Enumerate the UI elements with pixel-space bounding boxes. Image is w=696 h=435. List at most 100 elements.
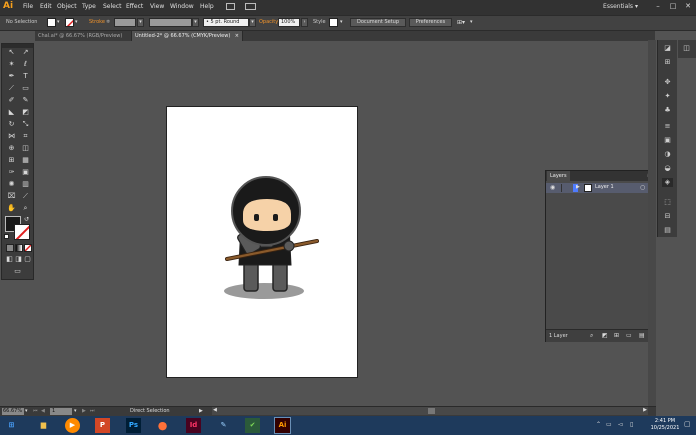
previous-artboard-icon[interactable]: ◀ xyxy=(41,408,45,414)
next-artboard-icon[interactable]: ▶ xyxy=(82,408,86,414)
gradient-panel-icon[interactable]: ▣ xyxy=(662,136,673,145)
menu-help[interactable]: Help xyxy=(200,3,214,10)
draw-behind-icon[interactable]: ◨ xyxy=(14,255,23,264)
magic-wand-tool-icon[interactable]: ✶ xyxy=(7,60,16,69)
profile-dropdown[interactable]: ▾ xyxy=(192,18,199,27)
tab-chal[interactable]: Chal.ai* @ 66.67% (RGB/Preview) xyxy=(35,31,131,41)
document-setup-button[interactable]: Document Setup xyxy=(350,18,406,27)
stroke-weight-field[interactable] xyxy=(114,18,136,27)
last-artboard-icon[interactable]: ⏭ xyxy=(90,408,95,414)
draw-normal-icon[interactable]: ◧ xyxy=(5,255,14,264)
stroke-panel-icon[interactable]: ≡ xyxy=(662,122,673,131)
shape-builder-tool-icon[interactable]: ⊕ xyxy=(7,144,16,153)
stroke-label[interactable]: Stroke xyxy=(89,19,105,25)
draw-inside-icon[interactable]: ▢ xyxy=(23,255,32,264)
paint-app-icon[interactable]: ✎ xyxy=(216,418,231,433)
status-menu-icon[interactable]: ▶ xyxy=(199,408,203,414)
vertical-scrollbar[interactable] xyxy=(648,40,656,406)
artboard-dropdown-icon[interactable]: ▾ xyxy=(74,408,77,414)
scale-tool-icon[interactable]: ⤡ xyxy=(21,120,30,129)
menu-type[interactable]: Type xyxy=(82,3,96,10)
lasso-tool-icon[interactable]: ℓ xyxy=(21,60,30,69)
gradient-mode-icon[interactable] xyxy=(15,244,23,252)
visibility-eye-icon[interactable]: ◉ xyxy=(550,184,555,191)
menu-view[interactable]: View xyxy=(150,3,164,10)
opacity-field[interactable]: 100% xyxy=(278,18,300,27)
transform-icon[interactable]: ⊞ xyxy=(662,58,673,67)
maximize-button[interactable]: □ xyxy=(667,2,679,11)
bridge-icon[interactable] xyxy=(226,3,235,10)
workspace-switcher[interactable]: Essentials ▾ xyxy=(603,3,638,10)
symbols-icon[interactable]: ✦ xyxy=(662,92,673,101)
volume-icon[interactable]: ◅ xyxy=(618,421,623,428)
gradient-tool-icon[interactable]: ▦ xyxy=(21,156,30,165)
stroke-stepper-icon[interactable]: ≑ xyxy=(106,19,110,25)
chevron-down-icon[interactable]: ▾ xyxy=(340,19,343,25)
rectangle-tool-icon[interactable]: ▭ xyxy=(21,84,30,93)
ninja-illustration[interactable] xyxy=(167,107,359,379)
mesh-tool-icon[interactable]: ⊞ xyxy=(7,156,16,165)
panel-menu-icon[interactable]: ▾ xyxy=(470,19,473,25)
menu-file[interactable]: File xyxy=(23,3,33,10)
expand-triangle-icon[interactable]: ▶ xyxy=(576,184,580,190)
preferences-button[interactable]: Preferences xyxy=(409,18,452,27)
menu-edit[interactable]: Edit xyxy=(40,3,52,10)
delete-layer-icon[interactable]: ▤ xyxy=(639,332,645,339)
color-panel-icon[interactable]: ◫ xyxy=(681,44,692,53)
indesign-icon[interactable]: Id xyxy=(186,418,201,433)
zoom-dropdown-icon[interactable]: ▾ xyxy=(25,408,28,414)
file-explorer-icon[interactable]: ▆ xyxy=(36,418,51,433)
scroll-right-icon[interactable]: ▶ xyxy=(643,407,647,413)
tab-untitled-2[interactable]: Untitled-2* @ 66.67% (CMYK/Preview) × xyxy=(131,31,243,41)
layer-name[interactable]: Layer 1 xyxy=(595,184,614,190)
appearance-icon[interactable]: ♣ xyxy=(662,106,673,115)
blend-tool-icon[interactable]: ▣ xyxy=(21,168,30,177)
width-tool-icon[interactable]: ⋈ xyxy=(7,132,16,141)
green-app-icon[interactable]: ✔ xyxy=(245,418,260,433)
brush-dropdown[interactable]: ▾ xyxy=(249,18,256,27)
zoom-tool-icon[interactable]: ⌕ xyxy=(21,204,30,213)
illustrator-taskbar-icon[interactable]: Ai xyxy=(274,417,291,434)
opacity-label[interactable]: Opacity xyxy=(259,19,278,25)
align-panel-icon[interactable]: ⊟ xyxy=(662,212,673,221)
selection-tool-icon[interactable]: ↖ xyxy=(7,48,16,57)
notifications-icon[interactable]: ▢ xyxy=(684,420,691,428)
network-icon[interactable]: ▭ xyxy=(606,421,612,428)
minimize-button[interactable]: – xyxy=(652,2,664,11)
menu-object[interactable]: Object xyxy=(57,3,77,10)
media-player-icon[interactable]: ▶ xyxy=(65,418,80,433)
tab-layers[interactable]: Layers xyxy=(547,171,570,181)
close-tab-icon[interactable]: × xyxy=(235,31,239,41)
scroll-left-icon[interactable]: ◀ xyxy=(213,407,217,413)
clock-date[interactable]: 10/25/2021 xyxy=(650,425,680,431)
align-icon[interactable]: ⊞▾ xyxy=(457,19,465,26)
direct-selection-tool-icon[interactable]: ↗ xyxy=(21,48,30,57)
navigator-icon[interactable]: ◪ xyxy=(662,44,673,53)
target-circle-icon[interactable]: ○ xyxy=(640,184,645,191)
battery-icon[interactable]: ▯ xyxy=(630,421,633,428)
firefox-icon[interactable]: ● xyxy=(155,418,170,433)
arrange-documents-icon[interactable] xyxy=(245,3,256,10)
clipping-mask-icon[interactable]: ◩ xyxy=(602,332,608,339)
type-tool-icon[interactable]: T xyxy=(21,72,30,81)
opacity-dropdown[interactable]: › xyxy=(301,18,308,27)
perspective-grid-tool-icon[interactable]: ◫ xyxy=(21,144,30,153)
clock-time[interactable]: 2:41 PM xyxy=(650,418,680,424)
variable-width-profile[interactable] xyxy=(149,18,192,27)
powerpoint-icon[interactable]: P xyxy=(95,418,110,433)
stroke-color-box[interactable] xyxy=(14,224,30,240)
pencil-tool-icon[interactable]: ✎ xyxy=(21,96,30,105)
screen-mode-icon[interactable]: ▭ xyxy=(13,267,22,276)
new-sublayer-icon[interactable]: ⊞ xyxy=(614,332,619,339)
artboard-tool-icon[interactable]: ⌧ xyxy=(7,192,16,201)
hand-tool-icon[interactable]: ✋ xyxy=(7,204,16,213)
pen-tool-icon[interactable]: ✒ xyxy=(7,72,16,81)
none-mode-icon[interactable] xyxy=(24,244,32,252)
first-artboard-icon[interactable]: ⏮ xyxy=(33,408,38,414)
line-tool-icon[interactable]: ⟋ xyxy=(7,84,16,93)
eraser-tool-icon[interactable]: ◩ xyxy=(21,108,30,117)
eyedropper-tool-icon[interactable]: ✑ xyxy=(7,168,16,177)
menu-window[interactable]: Window xyxy=(170,3,194,10)
layers-panel-icon[interactable]: ◈ xyxy=(662,178,673,187)
artboards-icon[interactable]: ⬚ xyxy=(662,198,673,207)
